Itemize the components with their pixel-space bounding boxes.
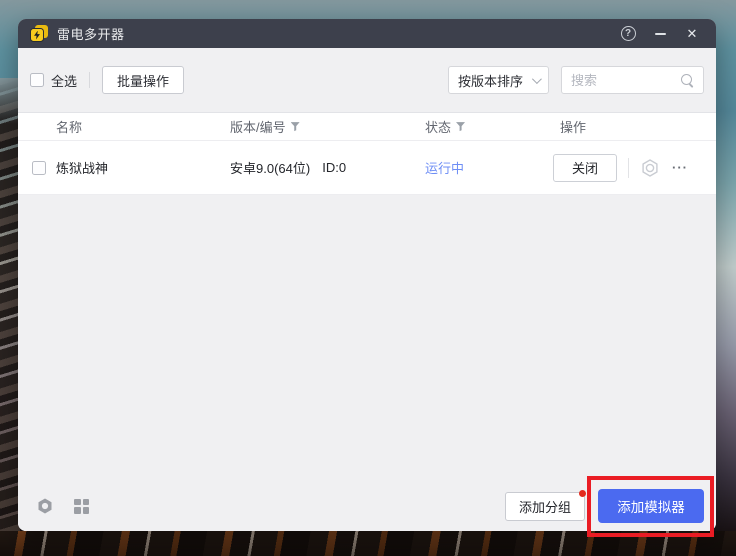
grid-icon <box>74 499 89 514</box>
add-group-button[interactable]: 添加分组 <box>505 492 585 521</box>
toolbar: 全选 批量操作 按版本排序 <box>18 48 716 112</box>
emulator-id: ID:0 <box>322 160 346 175</box>
lightning-icon <box>30 28 44 42</box>
add-emulator-button[interactable]: 添加模拟器 <box>598 489 704 523</box>
wallpaper-rocks-left <box>0 78 20 556</box>
grid-view-button[interactable] <box>74 499 89 514</box>
search-box <box>561 66 704 94</box>
close-emulator-button[interactable]: 关闭 <box>553 154 617 182</box>
help-button[interactable]: ? <box>612 19 644 48</box>
notification-dot <box>579 490 586 497</box>
empty-list-area <box>18 195 716 481</box>
settings-nut-button[interactable] <box>36 497 54 515</box>
row-checkbox[interactable] <box>32 161 46 175</box>
help-icon: ? <box>621 26 636 41</box>
minimize-icon <box>655 33 666 35</box>
search-icon <box>681 74 694 87</box>
select-all-label: 全选 <box>51 71 77 90</box>
sort-dropdown-value: 按版本排序 <box>458 71 523 90</box>
close-button[interactable]: ✕ <box>676 19 708 48</box>
table-row[interactable]: 炼狱战神 安卓9.0(64位) ID:0 运行中 关闭 ··· <box>18 141 716 195</box>
add-group-label: 添加分组 <box>519 497 571 516</box>
toolbar-divider <box>89 72 90 88</box>
filter-icon[interactable] <box>291 122 300 132</box>
status-badge: 运行中 <box>425 158 464 177</box>
titlebar: 雷电多开器 ? ✕ <box>18 19 716 48</box>
settings-gear-icon[interactable] <box>640 158 660 178</box>
emulator-version: 安卓9.0(64位) <box>230 158 310 177</box>
window-title: 雷电多开器 <box>57 24 125 43</box>
wallpaper-rocks-bottom <box>0 531 736 556</box>
actions-divider <box>628 158 629 178</box>
app-logo-icon <box>30 25 48 42</box>
table-header: 名称 版本/编号 状态 操作 <box>18 112 716 141</box>
more-actions-button[interactable]: ··· <box>672 161 688 174</box>
chevron-down-icon <box>532 74 542 84</box>
emulator-name: 炼狱战神 <box>56 158 108 177</box>
select-all-checkbox[interactable] <box>30 73 44 87</box>
column-actions: 操作 <box>560 117 586 136</box>
column-version: 版本/编号 <box>230 117 286 136</box>
minimize-button[interactable] <box>644 19 676 48</box>
column-name: 名称 <box>56 117 82 136</box>
column-status: 状态 <box>425 117 451 136</box>
close-icon: ✕ <box>687 27 698 40</box>
filter-icon[interactable] <box>456 122 465 132</box>
app-window: 雷电多开器 ? ✕ 全选 批量操作 按版本排序 名称 版本/编号 <box>18 19 716 531</box>
batch-operation-button[interactable]: 批量操作 <box>102 66 184 94</box>
footer-bar: 添加分组 添加模拟器 <box>18 481 716 531</box>
hex-nut-icon <box>36 497 54 515</box>
sort-dropdown[interactable]: 按版本排序 <box>448 66 549 94</box>
search-input[interactable] <box>571 73 681 88</box>
